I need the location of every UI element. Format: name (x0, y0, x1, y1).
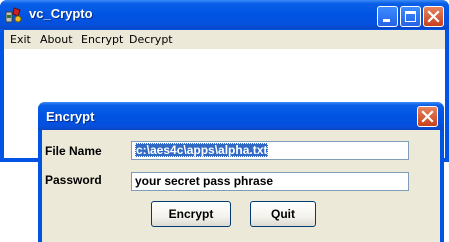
menu-about[interactable]: About (40, 30, 73, 49)
password-input[interactable]: your secret pass phrase (131, 172, 409, 191)
password-label: Password (45, 173, 102, 187)
main-titlebar[interactable]: vc_Crypto (0, 0, 449, 29)
dialog-title: Encrypt (46, 109, 95, 124)
menu-decrypt[interactable]: Decrypt (129, 30, 173, 49)
quit-button[interactable]: Quit (250, 201, 316, 227)
close-icon (427, 10, 440, 23)
dialog-titlebar[interactable]: Encrypt (38, 102, 444, 130)
menu-exit[interactable]: Exit (10, 30, 31, 49)
close-icon (421, 110, 434, 123)
window-title: vc_Crypto (29, 6, 93, 21)
maximize-button[interactable] (400, 6, 421, 27)
file-name-value: c:\aes4c\apps\alpha.txt (135, 143, 269, 157)
close-button[interactable] (423, 6, 444, 27)
minimize-button[interactable] (377, 6, 398, 27)
password-value: your secret pass phrase (135, 174, 274, 188)
encrypt-dialog: Encrypt File Name c:\aes4c\apps\alpha.tx… (38, 102, 444, 242)
dialog-body: File Name c:\aes4c\apps\alpha.txt Passwo… (42, 130, 440, 242)
maximize-icon (405, 11, 416, 22)
menu-bar: Exit About Encrypt Decrypt (4, 30, 445, 49)
menu-encrypt[interactable]: Encrypt (81, 30, 123, 49)
minimize-icon (383, 19, 390, 22)
file-name-label: File Name (45, 144, 102, 158)
file-name-input[interactable]: c:\aes4c\apps\alpha.txt (131, 141, 409, 160)
encrypt-button[interactable]: Encrypt (151, 201, 231, 227)
dialog-close-button[interactable] (417, 106, 438, 127)
app-icon[interactable] (5, 6, 23, 24)
